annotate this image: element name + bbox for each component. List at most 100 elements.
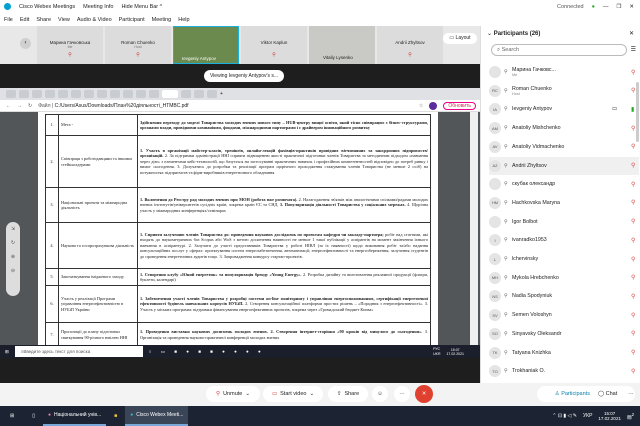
fit-page-icon[interactable]: ⇲ [6, 226, 20, 232]
menu-meeting[interactable]: Meeting [152, 17, 172, 23]
browser-tab[interactable] [123, 90, 133, 98]
keyboard-language[interactable]: УКР [583, 413, 592, 419]
participant-item[interactable]: HM ⚲ Hachkovska Maryna ⚲ [489, 194, 639, 212]
video-tile[interactable]: Vitaliy Lysenko [309, 26, 375, 64]
profile-avatar[interactable] [429, 101, 438, 110]
browser-tab[interactable] [207, 90, 217, 98]
participant-item[interactable]: IA ⚲ Ievgeniy Antypov ▭ ▮ [489, 100, 639, 118]
participant-item[interactable]: L ⚲ lchervinsky ⚲ [489, 250, 639, 268]
zoom-out-icon[interactable]: ⊖ [6, 268, 20, 274]
start-video-button[interactable]: ▭ Start video ⌄ [263, 386, 323, 402]
participants-tab[interactable]: ♙ Participants [555, 391, 590, 397]
reactions-button[interactable]: ☺ [372, 386, 388, 402]
more-options-button[interactable]: ··· [394, 386, 410, 402]
participant-item[interactable]: TO ⚲ Trokhaniak O. ⚲ [489, 362, 639, 380]
layout-button[interactable]: ▭ Layout [443, 33, 477, 44]
participant-item[interactable]: ⚲ Igor Bolbot ⚲ [489, 213, 639, 231]
participant-item[interactable]: MH ⚲ Mykola Hrebchenko ⚲ [489, 269, 639, 287]
browser-tab-active[interactable] [162, 90, 178, 98]
participant-item[interactable]: ⚲ Марина Гачковс... Me ⚲ [489, 63, 639, 81]
sort-icon[interactable]: ☰ [631, 46, 636, 53]
menu-audio-video[interactable]: Audio & Video [77, 17, 112, 23]
video-tile[interactable]: Andrii Zhyltsov ⚲ [377, 26, 443, 64]
participant-item[interactable]: AZ ⚲ Andrii Zhyltsov ⚲ [489, 156, 639, 175]
browser-tab[interactable] [149, 90, 159, 98]
muted-mic-icon[interactable]: ⚲ [631, 162, 639, 169]
muted-mic-icon[interactable]: ⚲ [631, 330, 639, 337]
zoom-in-icon[interactable]: ⊕ [6, 254, 20, 260]
browser-tab[interactable] [194, 90, 204, 98]
browser-tab[interactable] [6, 90, 16, 98]
browser-tab[interactable] [32, 90, 42, 98]
update-browser-button[interactable]: Обновить [443, 101, 476, 110]
browser-tab[interactable] [136, 90, 146, 98]
browser-tab[interactable] [45, 90, 55, 98]
participant-item[interactable]: TK ⚲ Tatyana Knizhka ⚲ [489, 344, 639, 362]
muted-mic-icon[interactable]: ⚲ [631, 237, 639, 244]
video-tile-active-speaker[interactable]: Ievgeniy Antypov [173, 26, 239, 64]
muted-mic-icon[interactable]: ⚲ [631, 293, 639, 300]
participant-item[interactable]: RC ⚲ Roman Chuenko Host ⚲ [489, 82, 639, 100]
muted-mic-icon[interactable]: ⚲ [631, 274, 639, 281]
leave-meeting-button[interactable]: ✕ [415, 385, 433, 403]
file-explorer-icon[interactable]: ■ [106, 413, 125, 419]
back-icon[interactable]: ← [6, 103, 11, 109]
start-button[interactable]: ⊞ [0, 413, 24, 419]
muted-mic-icon[interactable]: ⚲ [631, 69, 639, 76]
participant-search-input[interactable]: ⌕ Search [491, 44, 627, 56]
unmute-button[interactable]: ⚲ Unmute ⌄ [206, 386, 260, 402]
browser-tab[interactable] [181, 90, 191, 98]
video-tile[interactable]: Марина Гачковська Me ⚲ [37, 26, 103, 64]
participant-item[interactable]: SV ⚲ Semen Voloshyn ⚲ [489, 306, 639, 324]
participants-header[interactable]: ⌄ Participants (26) [487, 30, 540, 37]
menu-file[interactable]: File [4, 17, 13, 23]
share-button[interactable]: ⇪ Share [328, 386, 368, 402]
muted-mic-icon[interactable]: ⚲ [631, 312, 639, 319]
menu-edit[interactable]: Edit [20, 17, 29, 23]
pdf-scrollbar[interactable] [470, 112, 478, 345]
url-field[interactable]: Файл | C:/Users/Asus/Downloads/План%20ді… [38, 103, 413, 109]
menu-participant[interactable]: Participant [119, 17, 145, 23]
menu-share[interactable]: Share [36, 17, 51, 23]
forward-icon[interactable]: → [17, 103, 22, 109]
muted-mic-icon[interactable]: ⚲ [631, 199, 639, 206]
clock-date[interactable]: 17.02.2021 [598, 416, 621, 421]
close-button[interactable]: ✕ [629, 4, 634, 10]
video-tile[interactable]: Roman Chuenko Host ⚲ [105, 26, 171, 64]
video-tile[interactable]: Viktor Kaplun ⚲ [241, 26, 307, 64]
scroll-left-button[interactable]: ‹ [20, 38, 31, 49]
browser-tab[interactable] [58, 90, 68, 98]
panel-more-button[interactable]: ··· [624, 386, 638, 402]
muted-mic-icon[interactable]: ⚲ [631, 256, 639, 263]
task-view-button[interactable]: ▯ [24, 413, 43, 419]
muted-mic-icon[interactable]: ⚲ [631, 368, 639, 375]
participant-item[interactable]: I ⚲ ivanradko1953 ⚲ [489, 231, 639, 249]
participant-item[interactable]: SO ⚲ Sinyavsky Oleksandr ⚲ [489, 325, 639, 343]
rotate-icon[interactable]: ↻ [6, 240, 20, 246]
participant-item[interactable]: NS ⚲ Nadia Spodyniuk ⚲ [489, 287, 639, 305]
hide-menu-bar-button[interactable]: Hide Menu Bar ^ [121, 4, 162, 10]
participant-item[interactable]: ⚲ скубак олександр ⚲ [489, 175, 639, 193]
reload-icon[interactable]: ↻ [28, 103, 32, 109]
browser-tab[interactable] [97, 90, 107, 98]
muted-mic-icon[interactable]: ⚲ [631, 143, 639, 150]
browser-tab[interactable] [19, 90, 29, 98]
menu-view[interactable]: View [58, 17, 70, 23]
muted-mic-icon[interactable]: ⚲ [631, 181, 639, 188]
browser-tab[interactable] [110, 90, 120, 98]
taskbar-webex[interactable]: ● Cisco Webex Meeti... [125, 406, 189, 426]
close-panel-button[interactable]: ✕ [629, 30, 634, 37]
new-tab-button[interactable]: + [220, 91, 223, 97]
browser-tab[interactable] [84, 90, 94, 98]
taskbar-chrome[interactable]: ● Національний унів... [42, 406, 107, 426]
notifications-button[interactable]: ▤2 [627, 412, 634, 421]
meeting-info-button[interactable]: Meeting Info [83, 4, 113, 10]
panel-scrollbar[interactable] [636, 82, 639, 142]
menu-help[interactable]: Help [178, 17, 189, 23]
bookmark-star-icon[interactable]: ☆ [419, 103, 423, 109]
minimize-button[interactable]: — [603, 4, 609, 10]
chat-tab[interactable]: ◯ Chat [598, 391, 617, 397]
participant-item[interactable]: AV ⚲ Anatoliy Vidmachenko ⚲ [489, 138, 639, 156]
muted-mic-icon[interactable]: ⚲ [631, 218, 639, 225]
restore-button[interactable]: ❐ [616, 4, 621, 10]
